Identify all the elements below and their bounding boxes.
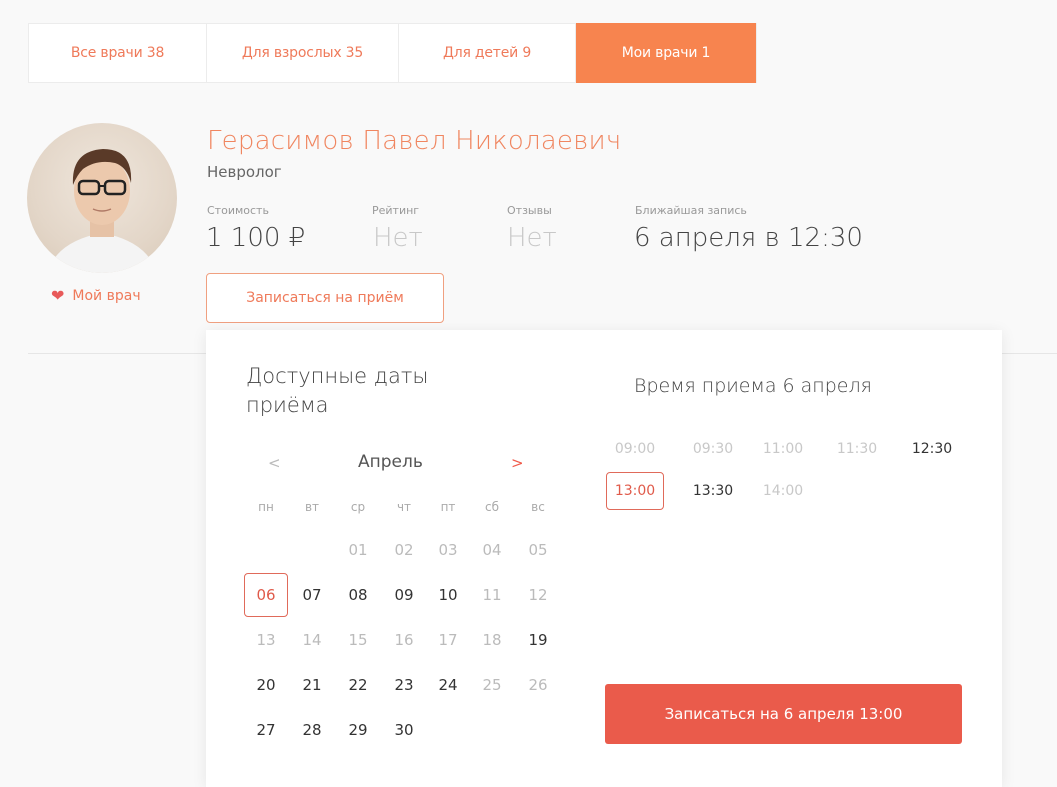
calendar-day[interactable]: 24 — [426, 663, 470, 707]
doctor-avatar — [27, 123, 177, 273]
next-month-button[interactable]: > — [511, 454, 524, 472]
weekday-label: пн — [258, 500, 274, 514]
book-appointment-button[interactable]: Записаться на приём — [206, 273, 444, 323]
calendar-day: 25 — [482, 676, 502, 694]
weekday-label: вс — [531, 500, 545, 514]
calendar-day: 15 — [348, 631, 368, 649]
weekday-label: пт — [440, 500, 456, 514]
cost-value: 1 100 ₽ — [206, 223, 306, 253]
calendar-day[interactable]: 20 — [244, 663, 288, 707]
tab-my-doctors[interactable]: Мои врачи 1 — [576, 23, 756, 83]
time-slot: 11:00 — [762, 441, 804, 457]
calendar-day[interactable]: 22 — [336, 663, 380, 707]
time-slot[interactable]: 13:30 — [684, 472, 742, 510]
doctor-photo — [47, 149, 157, 273]
month-name: Апрель — [358, 452, 423, 472]
calendar-day: 04 — [482, 541, 502, 559]
heart-icon: ❤ — [51, 286, 65, 305]
nearest-label: Ближайшая запись — [635, 204, 747, 217]
calendar-day[interactable]: 08 — [336, 573, 380, 617]
appointment-popup: Доступные даты приёма < Апрель > пн вт ср ч… — [206, 330, 1002, 787]
weekday-label: сб — [485, 500, 499, 514]
calendar-day[interactable]: 19 — [516, 618, 560, 662]
calendar-title: Доступные даты приёма — [246, 364, 429, 418]
calendar-day: 05 — [528, 541, 548, 559]
calendar-day[interactable]: 06 — [244, 573, 288, 617]
rating-value: Нет — [373, 223, 423, 253]
calendar-day[interactable]: 07 — [290, 573, 334, 617]
calendar-day[interactable]: 27 — [244, 708, 288, 752]
prev-month-button[interactable]: < — [268, 454, 281, 472]
time-slot: 14:00 — [762, 483, 804, 499]
calendar-day: 03 — [438, 541, 458, 559]
cost-label: Стоимость — [207, 204, 269, 217]
time-slot[interactable]: 12:30 — [903, 430, 961, 468]
calendar-day[interactable]: 29 — [336, 708, 380, 752]
calendar-day[interactable]: 23 — [382, 663, 426, 707]
time-slot: 11:30 — [836, 441, 878, 457]
my-doctor-label: Мой врач — [72, 288, 141, 304]
weekday-label: чт — [396, 500, 412, 514]
calendar-day: 18 — [482, 631, 502, 649]
tab-adults[interactable]: Для взрослых 35 — [207, 24, 399, 82]
tab-all-doctors[interactable]: Все врачи 38 — [29, 24, 207, 82]
calendar-day: 11 — [482, 586, 502, 604]
time-slot: 09:00 — [614, 441, 656, 457]
time-slot[interactable]: 13:00 — [606, 472, 664, 510]
calendar-day: 17 — [438, 631, 458, 649]
confirm-booking-button[interactable]: Записаться на 6 апреля 13:00 — [605, 684, 962, 744]
calendar-day[interactable]: 09 — [382, 573, 426, 617]
time-title: Время приема 6 апреля — [634, 375, 872, 397]
doctor-name[interactable]: Герасимов Павел Николаевич — [207, 126, 621, 156]
time-slot: 09:30 — [692, 441, 734, 457]
calendar-day[interactable]: 21 — [290, 663, 334, 707]
calendar-day[interactable]: 28 — [290, 708, 334, 752]
my-doctor-toggle[interactable]: ❤ Мой врач — [51, 286, 141, 305]
doctor-specialty: Невролог — [207, 163, 282, 181]
doctor-filter-tabs: Все врачи 38 Для взрослых 35 Для детей 9… — [28, 23, 757, 83]
calendar-day: 13 — [256, 631, 276, 649]
calendar-day: 26 — [528, 676, 548, 694]
tab-children[interactable]: Для детей 9 — [399, 24, 576, 82]
calendar-day: 02 — [394, 541, 414, 559]
reviews-value: Нет — [507, 223, 557, 253]
rating-label: Рейтинг — [372, 204, 420, 217]
calendar-day: 12 — [528, 586, 548, 604]
calendar-day[interactable]: 30 — [382, 708, 426, 752]
calendar-day[interactable]: 10 — [426, 573, 470, 617]
nearest-value: 6 апреля в 12:30 — [634, 223, 863, 253]
calendar-day: 01 — [348, 541, 368, 559]
weekday-label: ср — [350, 500, 366, 514]
reviews-label: Отзывы — [507, 204, 552, 217]
calendar-day: 16 — [394, 631, 414, 649]
calendar-day: 14 — [302, 631, 322, 649]
weekday-label: вт — [304, 500, 320, 514]
